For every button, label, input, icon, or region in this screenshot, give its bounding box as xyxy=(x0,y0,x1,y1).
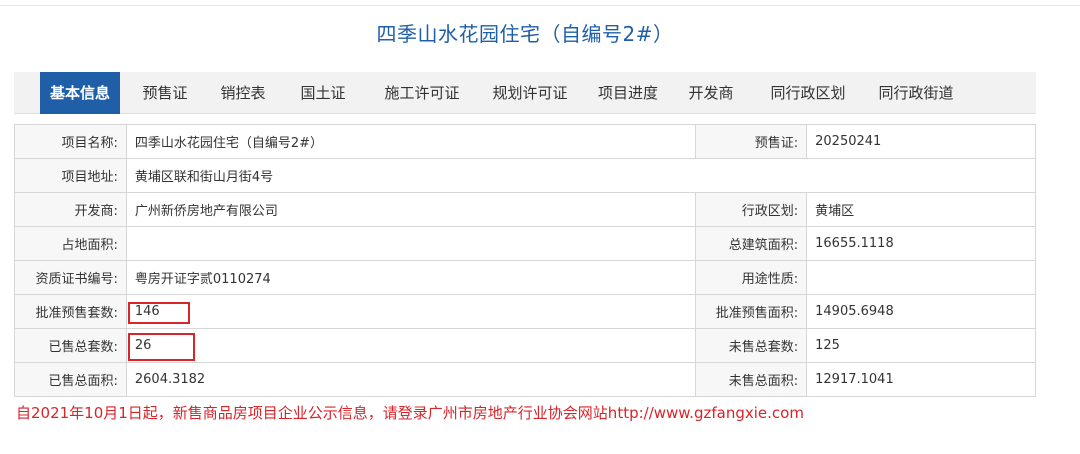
page-title: 四季山水花园住宅（自编号2#） xyxy=(376,22,674,46)
project-name-value: 四季山水花园住宅（自编号2#） xyxy=(125,124,697,159)
tab-bar: 基本信息 预售证 销控表 国土证 施工许可证 规划许可证 项目进度 开发商 同行… xyxy=(14,72,1036,114)
table-row: 项目地址: 黄埔区联和街山月街4号 xyxy=(14,158,1037,193)
table-row: 已售总套数: 26 未售总套数: 125 xyxy=(14,328,1036,363)
total-building-area-value: 16655.1118 xyxy=(806,226,1036,261)
total-building-area-label: 总建筑面积: xyxy=(695,226,808,261)
usage-label: 用途性质: xyxy=(695,260,808,295)
approved-area-label: 批准预售面积: xyxy=(695,294,808,329)
sold-area-label: 已售总面积: xyxy=(14,362,127,397)
tab-construction-permit[interactable]: 施工许可证 xyxy=(372,72,472,114)
table-row: 已售总面积: 2604.3182 未售总面积: 12917.1041 xyxy=(14,362,1036,397)
unsold-area-label: 未售总面积: xyxy=(695,362,808,397)
sold-units-label: 已售总套数: xyxy=(14,328,127,363)
presale-cert-label: 预售证: xyxy=(695,124,808,159)
table-row: 占地面积: 总建筑面积: 16655.1118 xyxy=(14,226,1036,261)
presale-cert-value: 20250241 xyxy=(806,124,1036,159)
table-row: 项目名称: 四季山水花园住宅（自编号2#） 预售证: 20250241 xyxy=(14,124,1036,159)
tab-presale-cert[interactable]: 预售证 xyxy=(130,72,200,114)
district-value: 黄埔区 xyxy=(806,192,1036,227)
project-name-label: 项目名称: xyxy=(14,124,127,159)
land-area-label: 占地面积: xyxy=(14,226,127,261)
approved-area-value: 14905.6948 xyxy=(806,294,1036,329)
address-label: 项目地址: xyxy=(14,158,127,193)
top-divider xyxy=(0,0,1080,6)
land-area-value xyxy=(125,226,697,261)
sold-area-value: 2604.3182 xyxy=(125,362,697,397)
developer-label: 开发商: xyxy=(14,192,127,227)
qualification-no-label: 资质证书编号: xyxy=(14,260,127,295)
tab-land-cert[interactable]: 国土证 xyxy=(290,72,356,114)
qualification-no-value: 粤房开证字贰0110274 xyxy=(125,260,697,295)
approved-units-value: 146 xyxy=(125,294,697,329)
tab-planning-permit[interactable]: 规划许可证 xyxy=(480,72,580,114)
project-info-table: 项目名称: 四季山水花园住宅（自编号2#） 预售证: 20250241 项目地址… xyxy=(14,124,1037,397)
district-label: 行政区划: xyxy=(695,192,808,227)
table-row: 开发商: 广州新侨房地产有限公司 行政区划: 黄埔区 xyxy=(14,192,1036,227)
tab-same-street[interactable]: 同行政街道 xyxy=(866,72,966,114)
tab-developer[interactable]: 开发商 xyxy=(678,72,744,114)
usage-value xyxy=(806,260,1036,295)
sold-units-value: 26 xyxy=(125,328,697,363)
address-value: 黄埔区联和街山月街4号 xyxy=(125,158,1037,193)
tab-same-district[interactable]: 同行政区划 xyxy=(758,72,858,114)
developer-value: 广州新侨房地产有限公司 xyxy=(125,192,697,227)
unsold-units-value: 125 xyxy=(806,328,1036,363)
tab-sales-control[interactable]: 销控表 xyxy=(210,72,276,114)
tab-project-progress[interactable]: 项目进度 xyxy=(586,72,670,114)
tab-basic-info[interactable]: 基本信息 xyxy=(40,72,120,114)
notice-text: 自2021年10月1日起，新售商品房项目企业公示信息，请登录广州市房地产行业协会… xyxy=(16,404,804,422)
table-row: 资质证书编号: 粤房开证字贰0110274 用途性质: xyxy=(14,260,1036,295)
table-row: 批准预售套数: 146 批准预售面积: 14905.6948 xyxy=(14,294,1036,329)
unsold-area-value: 12917.1041 xyxy=(806,362,1036,397)
approved-units-label: 批准预售套数: xyxy=(14,294,127,329)
unsold-units-label: 未售总套数: xyxy=(695,328,808,363)
